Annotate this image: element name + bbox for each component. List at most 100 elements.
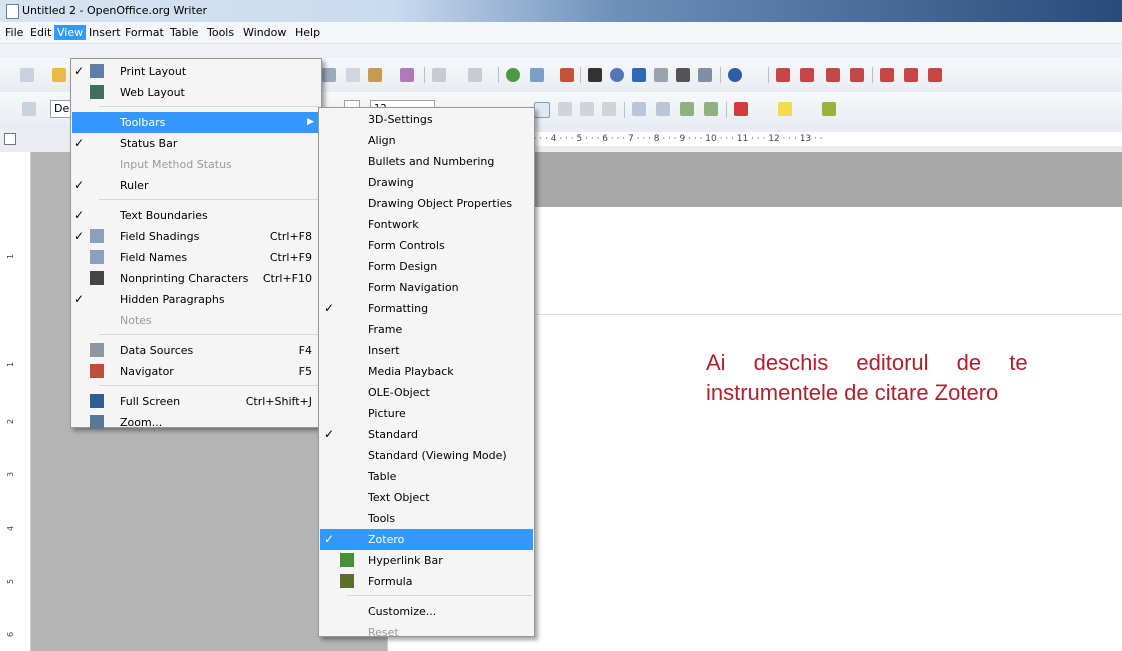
menu-item-drawing-object-properties[interactable]: Drawing Object Properties bbox=[320, 193, 533, 214]
menu-item-form-controls[interactable]: Form Controls bbox=[320, 235, 533, 256]
field-shadings-icon bbox=[90, 229, 104, 243]
menu-item-print-layout[interactable]: ✓ Print Layout bbox=[72, 61, 320, 82]
decrease-indent-icon[interactable] bbox=[680, 102, 694, 116]
zotero-refresh-icon[interactable] bbox=[880, 68, 894, 82]
redo-icon[interactable] bbox=[468, 68, 482, 82]
menu-item-zoom[interactable]: Zoom... bbox=[72, 412, 320, 433]
overlay-caption-line1: Ai deschis editorul de te bbox=[706, 350, 1028, 375]
align-right-icon[interactable] bbox=[580, 102, 594, 116]
vruler-label: 1 bbox=[6, 361, 16, 368]
menu-item-label: Input Method Status bbox=[120, 158, 232, 171]
menu-item-label: Fontwork bbox=[368, 218, 419, 231]
cut-icon[interactable] bbox=[322, 68, 336, 82]
menu-edit[interactable]: Edit bbox=[27, 25, 54, 40]
menu-item-shortcut: F5 bbox=[298, 365, 312, 378]
menu-help[interactable]: Help bbox=[292, 25, 323, 40]
font-color-icon[interactable] bbox=[734, 102, 748, 116]
menu-item-formula[interactable]: Formula bbox=[320, 571, 533, 592]
copy-icon[interactable] bbox=[346, 68, 360, 82]
menu-item-full-screen[interactable]: Full Screen Ctrl+Shift+J bbox=[72, 391, 320, 412]
menu-item-align[interactable]: Align bbox=[320, 130, 533, 151]
undo-icon[interactable] bbox=[432, 68, 446, 82]
vruler-label: 1 bbox=[6, 253, 16, 260]
paste-icon[interactable] bbox=[368, 68, 382, 82]
menu-item-field-names[interactable]: Field Names Ctrl+F9 bbox=[72, 247, 320, 268]
view-menu: ✓ Print Layout Web Layout Toolbars ▶ ✓ Status … bbox=[70, 58, 322, 429]
menu-item-table[interactable]: Table bbox=[320, 466, 533, 487]
menu-item-web-layout[interactable]: Web Layout bbox=[72, 82, 320, 103]
navigator-icon[interactable] bbox=[610, 68, 624, 82]
show-draw-functions-icon[interactable] bbox=[560, 68, 574, 82]
increase-indent-icon[interactable] bbox=[704, 102, 718, 116]
menu-item-navigator[interactable]: Navigator F5 bbox=[72, 361, 320, 382]
menu-item-form-design[interactable]: Form Design bbox=[320, 256, 533, 277]
menu-item-customize[interactable]: Customize... bbox=[320, 601, 533, 622]
menu-item-hidden-paragraphs[interactable]: ✓ Hidden Paragraphs bbox=[72, 289, 320, 310]
menu-item-picture[interactable]: Picture bbox=[320, 403, 533, 424]
zotero-unlink-icon[interactable] bbox=[928, 68, 942, 82]
menu-item-tools[interactable]: Tools bbox=[320, 508, 533, 529]
menu-view[interactable]: View bbox=[54, 25, 87, 40]
new-document-icon[interactable] bbox=[20, 68, 34, 82]
styles-formatting-icon[interactable] bbox=[22, 102, 36, 116]
menu-item-formatting[interactable]: ✓ Formatting bbox=[320, 298, 533, 319]
hyperlink-icon[interactable] bbox=[506, 68, 520, 82]
checkmark-icon: ✓ bbox=[74, 229, 85, 243]
menu-item-label: Form Design bbox=[368, 260, 438, 273]
zoom-icon[interactable] bbox=[698, 68, 712, 82]
menu-item-hyperlink-bar[interactable]: Hyperlink Bar bbox=[320, 550, 533, 571]
menu-item-label: Print Layout bbox=[120, 65, 187, 78]
open-folder-icon[interactable] bbox=[52, 68, 66, 82]
highlighting-icon[interactable] bbox=[778, 102, 792, 116]
tab-stop-selector[interactable] bbox=[4, 133, 16, 145]
menu-window[interactable]: Window bbox=[240, 25, 289, 40]
menu-item-data-sources[interactable]: Data Sources F4 bbox=[72, 340, 320, 361]
menu-item-text-boundaries[interactable]: ✓ Text Boundaries bbox=[72, 205, 320, 226]
menu-item-shortcut: Ctrl+F8 bbox=[269, 230, 312, 243]
zotero-insert-citation-icon[interactable] bbox=[776, 68, 790, 82]
help-icon[interactable] bbox=[728, 68, 742, 82]
pilcrow-icon[interactable] bbox=[676, 68, 690, 82]
zotero-preferences-icon[interactable] bbox=[904, 68, 918, 82]
menu-separator bbox=[99, 106, 319, 107]
menu-item-text-object[interactable]: Text Object bbox=[320, 487, 533, 508]
menu-item-zotero[interactable]: ✓ Zotero bbox=[320, 529, 533, 550]
menu-item-bullets-and-numbering[interactable]: Bullets and Numbering bbox=[320, 151, 533, 172]
menu-file[interactable]: File bbox=[2, 25, 26, 40]
menu-insert[interactable]: Insert bbox=[86, 25, 124, 40]
menu-item-form-navigation[interactable]: Form Navigation bbox=[320, 277, 533, 298]
zotero-edit-bibliography-icon[interactable] bbox=[850, 68, 864, 82]
data-sources-icon[interactable] bbox=[654, 68, 668, 82]
menu-table[interactable]: Table bbox=[167, 25, 201, 40]
menu-item-media-playback[interactable]: Media Playback bbox=[320, 361, 533, 382]
menu-item-drawing[interactable]: Drawing bbox=[320, 172, 533, 193]
menu-item-toolbars[interactable]: Toolbars ▶ bbox=[72, 112, 320, 133]
print-layout-icon bbox=[90, 64, 104, 78]
find-replace-icon[interactable] bbox=[588, 68, 602, 82]
align-left-icon[interactable] bbox=[534, 102, 550, 118]
menu-item-standard-viewing-mode[interactable]: Standard (Viewing Mode) bbox=[320, 445, 533, 466]
menu-item-nonprinting-characters[interactable]: Nonprinting Characters Ctrl+F10 bbox=[72, 268, 320, 289]
menu-item-3d-settings[interactable]: 3D-Settings bbox=[320, 109, 533, 130]
table-icon[interactable] bbox=[530, 68, 544, 82]
menu-item-standard[interactable]: ✓ Standard bbox=[320, 424, 533, 445]
menu-format[interactable]: Format bbox=[122, 25, 167, 40]
menu-item-insert[interactable]: Insert bbox=[320, 340, 533, 361]
menu-item-fontwork[interactable]: Fontwork bbox=[320, 214, 533, 235]
menu-item-status-bar[interactable]: ✓ Status Bar bbox=[72, 133, 320, 154]
background-color-icon[interactable] bbox=[822, 102, 836, 116]
zotero-edit-citation-icon[interactable] bbox=[800, 68, 814, 82]
vertical-ruler[interactable]: 1 1 2 3 4 5 6 bbox=[0, 152, 31, 651]
menu-item-field-shadings[interactable]: ✓ Field Shadings Ctrl+F8 bbox=[72, 226, 320, 247]
menu-item-ruler[interactable]: ✓ Ruler bbox=[72, 175, 320, 196]
bullets-icon[interactable] bbox=[656, 102, 670, 116]
align-center-icon[interactable] bbox=[558, 102, 572, 116]
menu-item-frame[interactable]: Frame bbox=[320, 319, 533, 340]
menu-item-ole-object[interactable]: OLE-Object bbox=[320, 382, 533, 403]
gallery-icon[interactable] bbox=[632, 68, 646, 82]
numbering-icon[interactable] bbox=[632, 102, 646, 116]
justify-icon[interactable] bbox=[602, 102, 616, 116]
menu-tools[interactable]: Tools bbox=[204, 25, 237, 40]
clone-formatting-icon[interactable] bbox=[400, 68, 414, 82]
zotero-insert-bibliography-icon[interactable] bbox=[826, 68, 840, 82]
